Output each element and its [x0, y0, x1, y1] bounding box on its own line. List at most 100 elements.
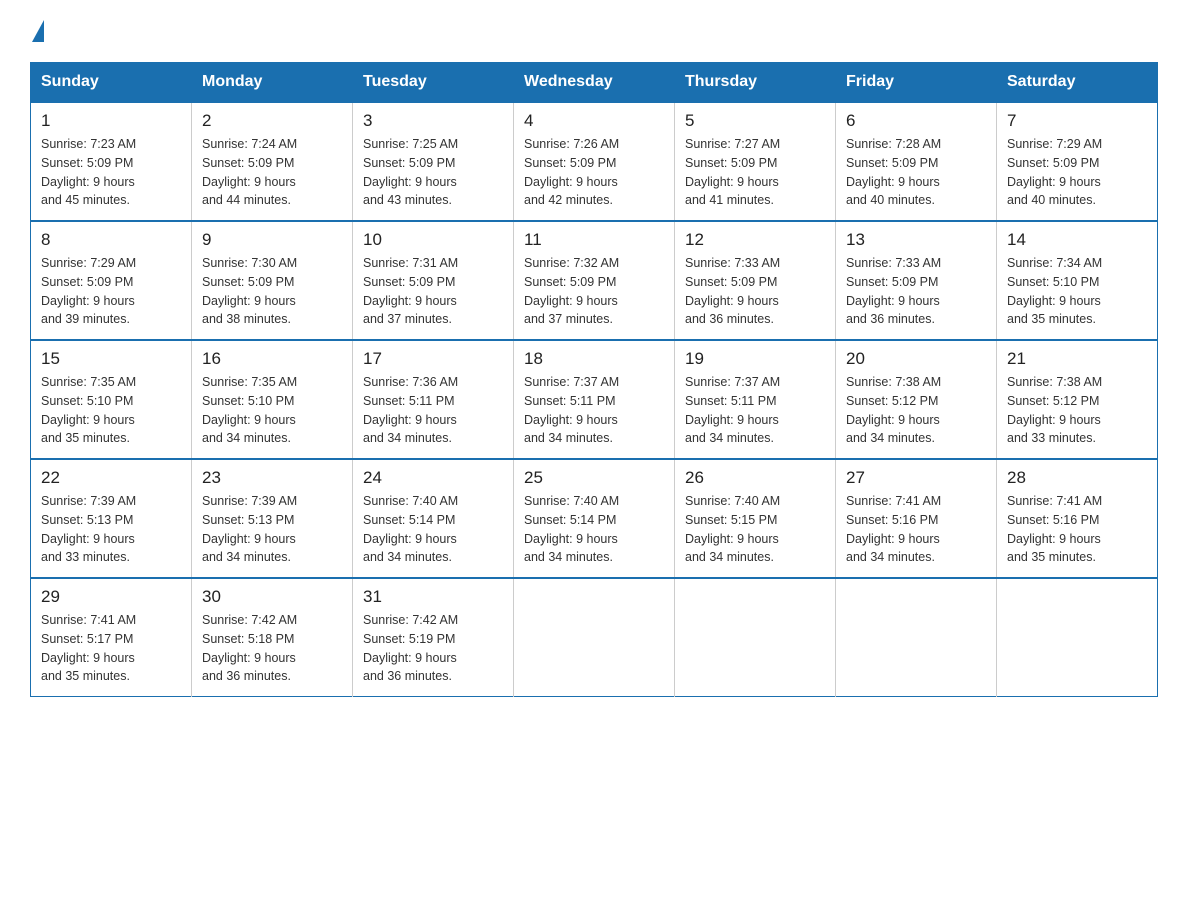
calendar-cell: 8Sunrise: 7:29 AMSunset: 5:09 PMDaylight…	[31, 221, 192, 340]
day-info: Sunrise: 7:38 AMSunset: 5:12 PMDaylight:…	[846, 373, 986, 448]
daylight-info-cont: and 35 minutes.	[1007, 310, 1147, 329]
daylight-info: Daylight: 9 hours	[685, 411, 825, 430]
day-header-tuesday: Tuesday	[353, 63, 514, 103]
calendar-cell	[997, 578, 1158, 697]
daylight-info: Daylight: 9 hours	[363, 530, 503, 549]
daylight-info-cont: and 34 minutes.	[685, 429, 825, 448]
day-info: Sunrise: 7:31 AMSunset: 5:09 PMDaylight:…	[363, 254, 503, 329]
daylight-info-cont: and 43 minutes.	[363, 191, 503, 210]
daylight-info-cont: and 34 minutes.	[846, 548, 986, 567]
daylight-info-cont: and 39 minutes.	[41, 310, 181, 329]
calendar-cell: 1Sunrise: 7:23 AMSunset: 5:09 PMDaylight…	[31, 102, 192, 221]
day-number: 28	[1007, 468, 1147, 488]
sunset-info: Sunset: 5:16 PM	[1007, 511, 1147, 530]
sunset-info: Sunset: 5:17 PM	[41, 630, 181, 649]
sunrise-info: Sunrise: 7:24 AM	[202, 135, 342, 154]
day-info: Sunrise: 7:41 AMSunset: 5:16 PMDaylight:…	[846, 492, 986, 567]
sunrise-info: Sunrise: 7:38 AM	[846, 373, 986, 392]
calendar-cell: 15Sunrise: 7:35 AMSunset: 5:10 PMDayligh…	[31, 340, 192, 459]
daylight-info-cont: and 34 minutes.	[363, 429, 503, 448]
calendar-cell: 22Sunrise: 7:39 AMSunset: 5:13 PMDayligh…	[31, 459, 192, 578]
sunrise-info: Sunrise: 7:38 AM	[1007, 373, 1147, 392]
daylight-info-cont: and 36 minutes.	[846, 310, 986, 329]
daylight-info: Daylight: 9 hours	[202, 292, 342, 311]
sunrise-info: Sunrise: 7:41 AM	[1007, 492, 1147, 511]
day-number: 21	[1007, 349, 1147, 369]
day-header-thursday: Thursday	[675, 63, 836, 103]
day-number: 30	[202, 587, 342, 607]
day-number: 18	[524, 349, 664, 369]
calendar-table: SundayMondayTuesdayWednesdayThursdayFrid…	[30, 62, 1158, 697]
sunrise-info: Sunrise: 7:40 AM	[685, 492, 825, 511]
daylight-info: Daylight: 9 hours	[202, 173, 342, 192]
sunrise-info: Sunrise: 7:36 AM	[363, 373, 503, 392]
sunrise-info: Sunrise: 7:26 AM	[524, 135, 664, 154]
calendar-cell: 31 Sunrise: 7:42 AMSunset: 5:19 PMDayligh…	[353, 578, 514, 697]
sunset-info: Sunset: 5:09 PM	[363, 273, 503, 292]
sunrise-info: Sunrise: 7:42 AM	[363, 611, 503, 630]
day-header-friday: Friday	[836, 63, 997, 103]
day-number: 4	[524, 111, 664, 131]
daylight-info: Daylight: 9 hours	[202, 649, 342, 668]
daylight-info: Daylight: 9 hours	[41, 649, 181, 668]
sunset-info: Sunset: 5:09 PM	[685, 273, 825, 292]
daylight-info-cont: and 37 minutes.	[524, 310, 664, 329]
calendar-cell: 17 Sunrise: 7:36 AMSunset: 5:11 PMDayligh…	[353, 340, 514, 459]
daylight-info-cont: and 34 minutes.	[524, 548, 664, 567]
calendar-cell: 21 Sunrise: 7:38 AMSunset: 5:12 PMDayligh…	[997, 340, 1158, 459]
calendar-cell: 7Sunrise: 7:29 AMSunset: 5:09 PMDaylight…	[997, 102, 1158, 221]
sunrise-info: Sunrise: 7:35 AM	[41, 373, 181, 392]
day-number: 25	[524, 468, 664, 488]
sunset-info: Sunset: 5:13 PM	[202, 511, 342, 530]
daylight-info: Daylight: 9 hours	[363, 411, 503, 430]
day-header-wednesday: Wednesday	[514, 63, 675, 103]
day-info: Sunrise: 7:40 AMSunset: 5:14 PMDaylight:…	[524, 492, 664, 567]
sunset-info: Sunset: 5:09 PM	[202, 273, 342, 292]
day-info: Sunrise: 7:29 AMSunset: 5:09 PMDaylight:…	[1007, 135, 1147, 210]
daylight-info-cont: and 34 minutes.	[202, 548, 342, 567]
sunrise-info: Sunrise: 7:35 AM	[202, 373, 342, 392]
calendar-week-row: 22Sunrise: 7:39 AMSunset: 5:13 PMDayligh…	[31, 459, 1158, 578]
calendar-cell: 3Sunrise: 7:25 AMSunset: 5:09 PMDaylight…	[353, 102, 514, 221]
daylight-info: Daylight: 9 hours	[202, 530, 342, 549]
sunset-info: Sunset: 5:09 PM	[685, 154, 825, 173]
daylight-info: Daylight: 9 hours	[846, 530, 986, 549]
day-number: 2	[202, 111, 342, 131]
day-number: 10	[363, 230, 503, 250]
daylight-info-cont: and 35 minutes.	[1007, 548, 1147, 567]
daylight-info-cont: and 41 minutes.	[685, 191, 825, 210]
day-number: 19	[685, 349, 825, 369]
daylight-info: Daylight: 9 hours	[846, 292, 986, 311]
day-header-sunday: Sunday	[31, 63, 192, 103]
calendar-cell: 26Sunrise: 7:40 AMSunset: 5:15 PMDayligh…	[675, 459, 836, 578]
day-number: 20	[846, 349, 986, 369]
sunset-info: Sunset: 5:09 PM	[363, 154, 503, 173]
daylight-info-cont: and 45 minutes.	[41, 191, 181, 210]
page-header	[30, 20, 1158, 44]
daylight-info: Daylight: 9 hours	[363, 292, 503, 311]
day-info: Sunrise: 7:39 AMSunset: 5:13 PMDaylight:…	[202, 492, 342, 567]
sunrise-info: Sunrise: 7:31 AM	[363, 254, 503, 273]
daylight-info: Daylight: 9 hours	[685, 173, 825, 192]
daylight-info-cont: and 33 minutes.	[1007, 429, 1147, 448]
calendar-header: SundayMondayTuesdayWednesdayThursdayFrid…	[31, 63, 1158, 103]
calendar-cell: 20 Sunrise: 7:38 AMSunset: 5:12 PMDayligh…	[836, 340, 997, 459]
day-number: 31	[363, 587, 503, 607]
day-number: 17	[363, 349, 503, 369]
logo	[30, 20, 44, 44]
sunrise-info: Sunrise: 7:29 AM	[1007, 135, 1147, 154]
day-info: Sunrise: 7:38 AMSunset: 5:12 PMDaylight:…	[1007, 373, 1147, 448]
sunset-info: Sunset: 5:12 PM	[846, 392, 986, 411]
day-info: Sunrise: 7:42 AMSunset: 5:19 PMDaylight:…	[363, 611, 503, 686]
sunset-info: Sunset: 5:12 PM	[1007, 392, 1147, 411]
calendar-cell	[836, 578, 997, 697]
sunrise-info: Sunrise: 7:42 AM	[202, 611, 342, 630]
day-info: Sunrise: 7:28 AMSunset: 5:09 PMDaylight:…	[846, 135, 986, 210]
sunset-info: Sunset: 5:11 PM	[363, 392, 503, 411]
sunrise-info: Sunrise: 7:39 AM	[41, 492, 181, 511]
sunset-info: Sunset: 5:10 PM	[41, 392, 181, 411]
calendar-week-row: 29Sunrise: 7:41 AMSunset: 5:17 PMDayligh…	[31, 578, 1158, 697]
daylight-info-cont: and 44 minutes.	[202, 191, 342, 210]
calendar-cell: 23Sunrise: 7:39 AMSunset: 5:13 PMDayligh…	[192, 459, 353, 578]
sunset-info: Sunset: 5:10 PM	[1007, 273, 1147, 292]
